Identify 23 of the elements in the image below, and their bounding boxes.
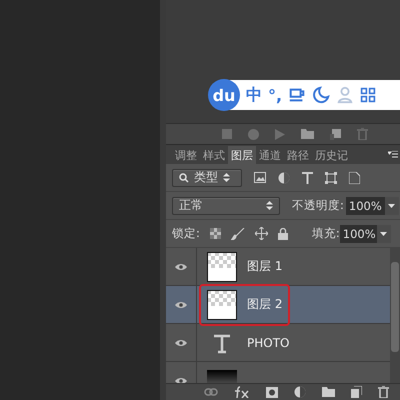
layer-row[interactable]: 图层 2 bbox=[166, 286, 390, 324]
filter-dropdown[interactable]: 类型 bbox=[172, 168, 242, 186]
ime-punctuation-toggle[interactable]: °, bbox=[268, 86, 282, 104]
fill-label: 填充: bbox=[312, 226, 340, 241]
layer-name: 图层 1 bbox=[247, 258, 282, 275]
panel-tab[interactable]: 通道 bbox=[256, 146, 284, 164]
lock-label: 锁定: bbox=[172, 226, 200, 241]
layer-row[interactable]: PHOTO bbox=[166, 324, 390, 362]
panel-tab[interactable]: 历史记 bbox=[312, 146, 351, 164]
ime-logo[interactable]: du bbox=[208, 79, 240, 111]
ime-mode-toggle[interactable]: 中 bbox=[246, 84, 262, 106]
fill-field[interactable]: 100% bbox=[340, 224, 379, 242]
panel-tab[interactable]: 图层 bbox=[228, 146, 256, 164]
blend-mode-dropdown[interactable]: 正常 bbox=[172, 196, 280, 214]
blend-mode-value: 正常 bbox=[179, 197, 203, 214]
filter-value: 类型 bbox=[194, 169, 218, 186]
opacity-label: 不透明度: bbox=[292, 198, 344, 213]
panel-tab[interactable]: 样式 bbox=[200, 146, 228, 164]
panel-tab[interactable]: 路径 bbox=[284, 146, 312, 164]
layer-name: PHOTO bbox=[247, 336, 290, 350]
opacity-field[interactable]: 100% bbox=[346, 196, 385, 214]
layer-name: 图层 2 bbox=[247, 296, 282, 313]
panel-tab[interactable]: 调整 bbox=[172, 146, 200, 164]
